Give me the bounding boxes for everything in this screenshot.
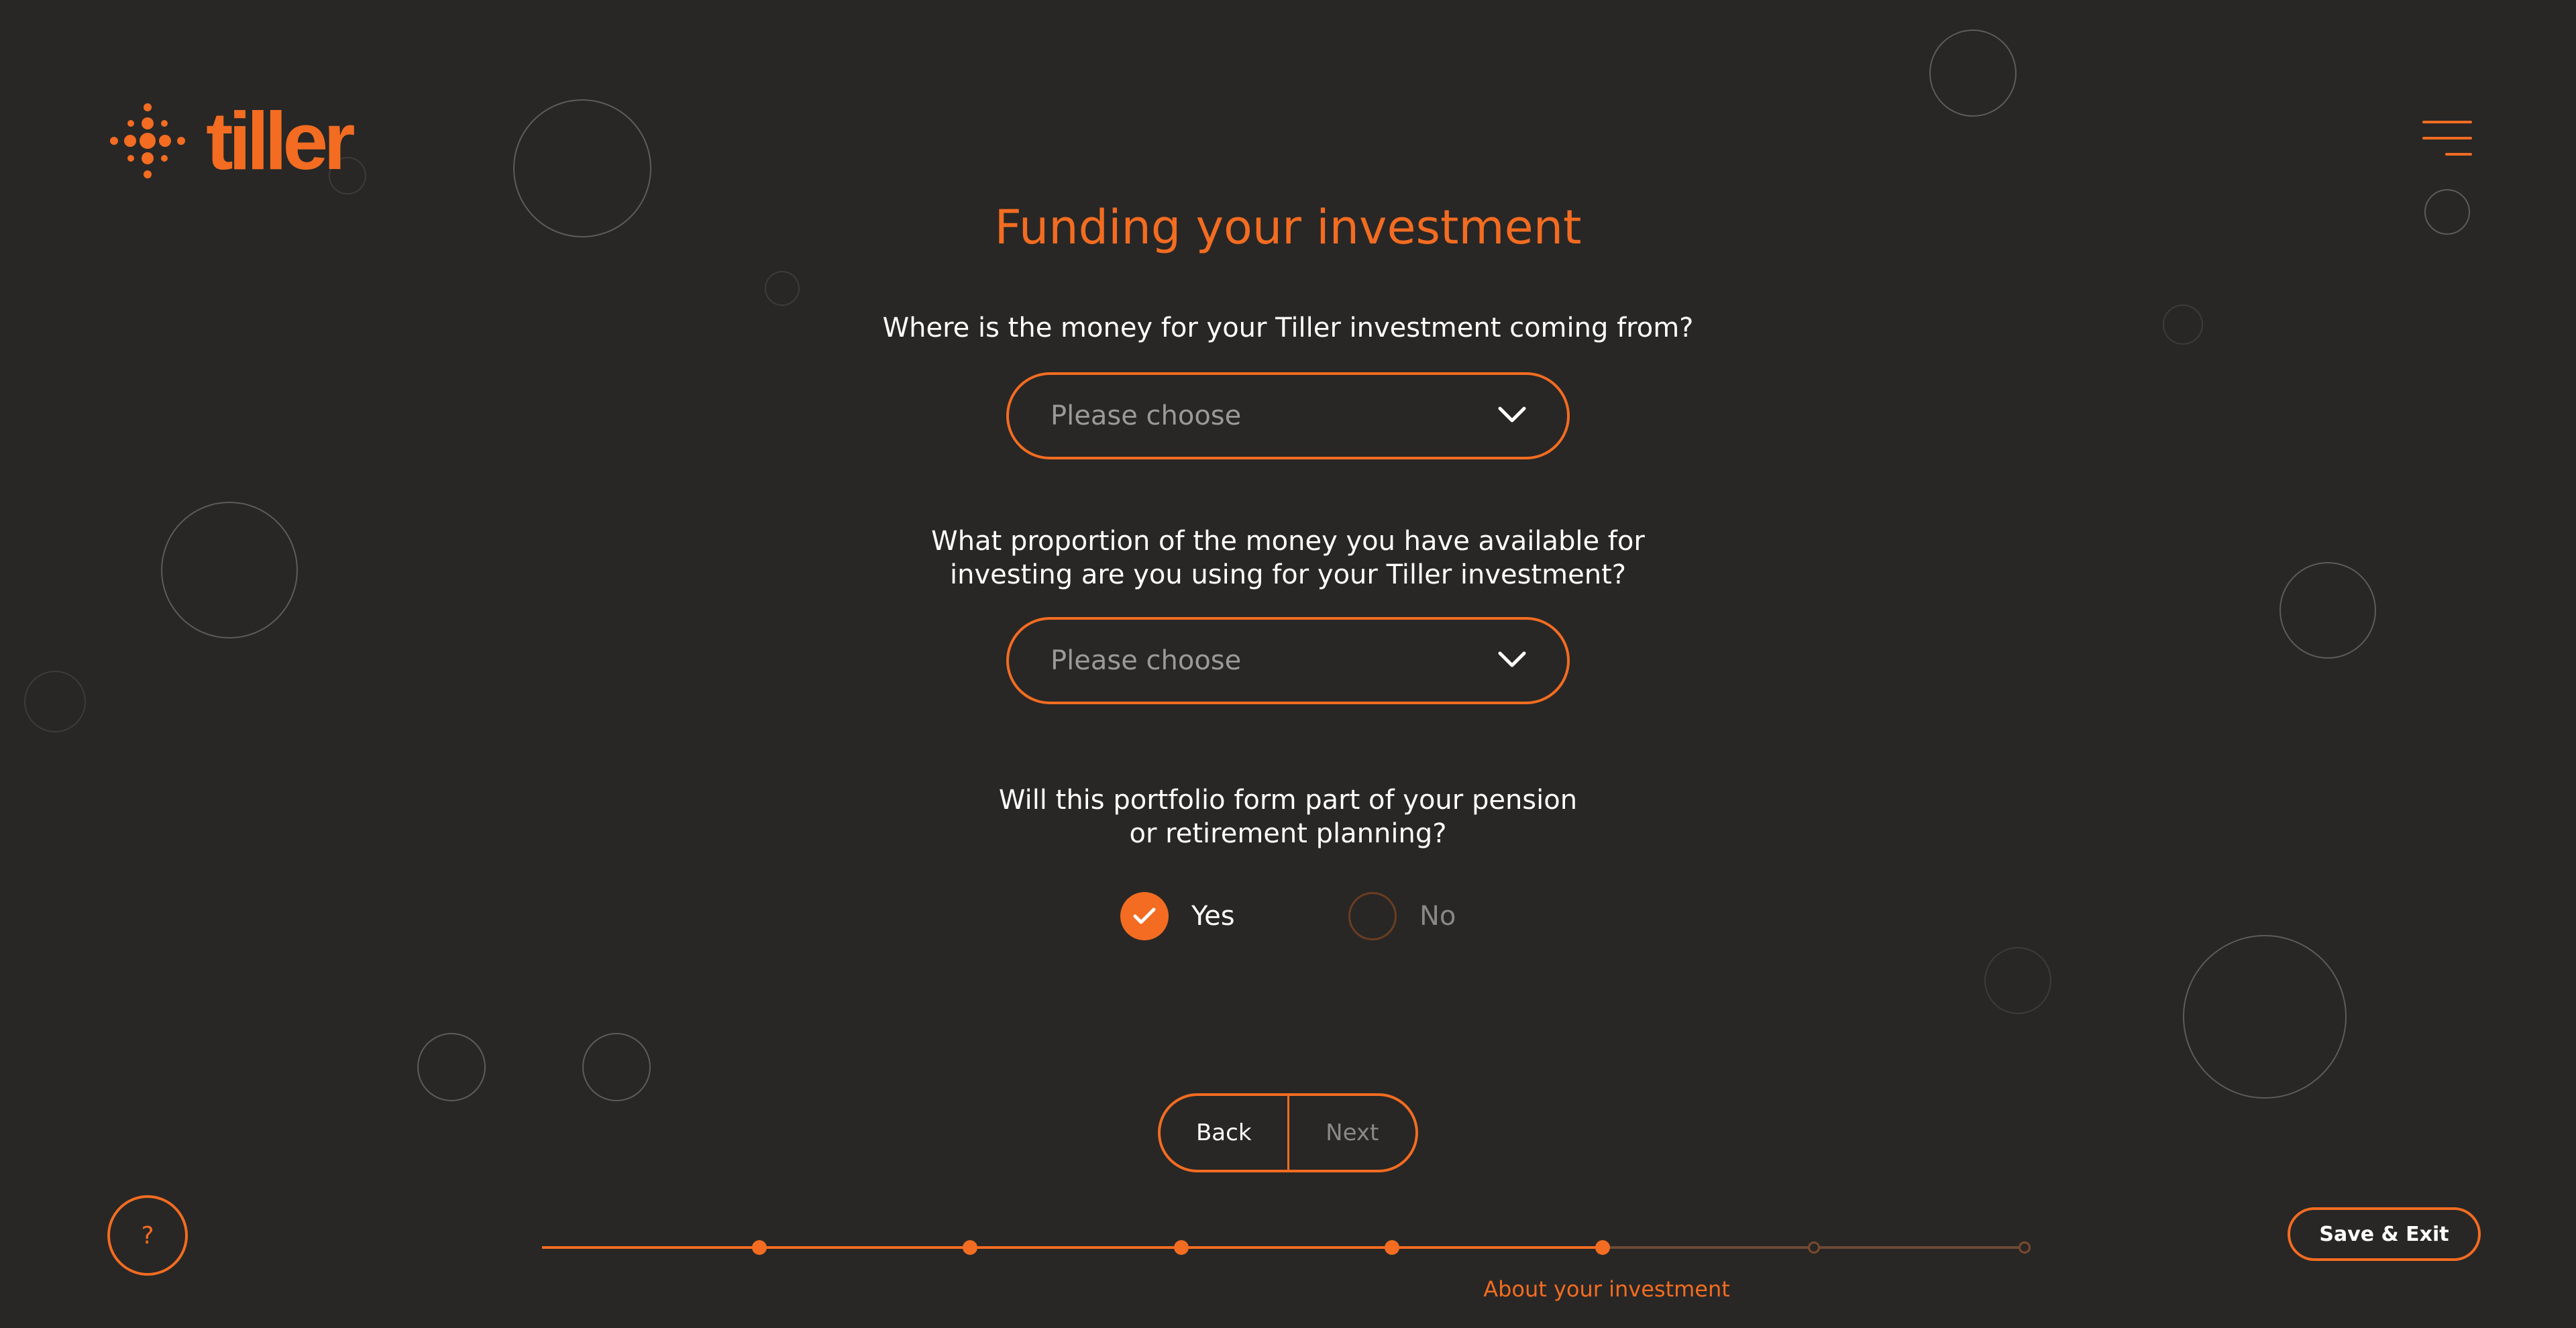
background-bubble (582, 1033, 651, 1101)
proportion-select[interactable]: Please choose (1006, 617, 1570, 704)
question-pension-line-2: or retirement planning? (1129, 818, 1447, 849)
page-title: Funding your investment (994, 200, 1582, 255)
radio-unchecked-icon (1348, 892, 1397, 940)
background-bubble (765, 271, 800, 306)
progress-current-step-label: About your investment (1483, 1276, 1730, 1302)
radio-no-label: No (1419, 901, 1456, 932)
question-money-source: Where is the money for your Tiller inves… (882, 313, 1694, 343)
background-bubble (2183, 935, 2347, 1099)
page: tiller Funding your investment Where is … (0, 0, 2576, 1328)
select-placeholder: Please choose (1051, 645, 1242, 676)
chevron-down-icon (1498, 651, 1526, 667)
progress-step-completed (1173, 1240, 1189, 1255)
money-source-select[interactable]: Please choose (1006, 372, 1570, 459)
tiller-logo-mark-icon (110, 103, 185, 178)
save-exit-button[interactable]: Save & Exit (2288, 1207, 2481, 1261)
question-proportion-line-1: What proportion of the money you have av… (931, 526, 1645, 557)
hamburger-menu-icon[interactable] (2418, 121, 2472, 157)
radio-yes[interactable]: Yes (1120, 892, 1235, 940)
radio-no[interactable]: No (1348, 892, 1456, 940)
progress-tracker (542, 1237, 2031, 1258)
progress-step-completed (963, 1240, 978, 1255)
tiller-logo[interactable]: tiller (104, 94, 356, 188)
progress-step-pending (1807, 1241, 1820, 1254)
question-pension: Will this portfolio form part of your pe… (0, 783, 2576, 850)
chevron-down-icon (1498, 406, 1526, 423)
progress-step-completed (752, 1240, 767, 1255)
back-next-control: Back Next (1158, 1093, 1418, 1172)
select-placeholder: Please choose (1051, 400, 1242, 431)
background-bubble (24, 671, 86, 732)
progress-step-completed (1595, 1240, 1611, 1255)
question-proportion: What proportion of the money you have av… (0, 524, 2576, 592)
back-button[interactable]: Back (1161, 1096, 1289, 1170)
tiller-logo-text: tiller (206, 95, 356, 186)
background-bubble (417, 1033, 486, 1101)
radio-yes-label: Yes (1191, 901, 1235, 932)
help-button[interactable]: ? (107, 1195, 188, 1276)
background-bubble (1929, 30, 2017, 117)
next-button[interactable]: Next (1289, 1096, 1416, 1170)
progress-step-pending (2019, 1241, 2031, 1254)
question-pension-line-1: Will this portfolio form part of your pe… (998, 785, 1578, 816)
question-proportion-line-2: investing are you using for your Tiller … (949, 559, 1626, 590)
radio-checked-icon (1120, 892, 1169, 940)
background-bubble (1984, 947, 2051, 1014)
progress-step-completed (1385, 1240, 1399, 1255)
progress-line-completed (542, 1246, 1603, 1249)
